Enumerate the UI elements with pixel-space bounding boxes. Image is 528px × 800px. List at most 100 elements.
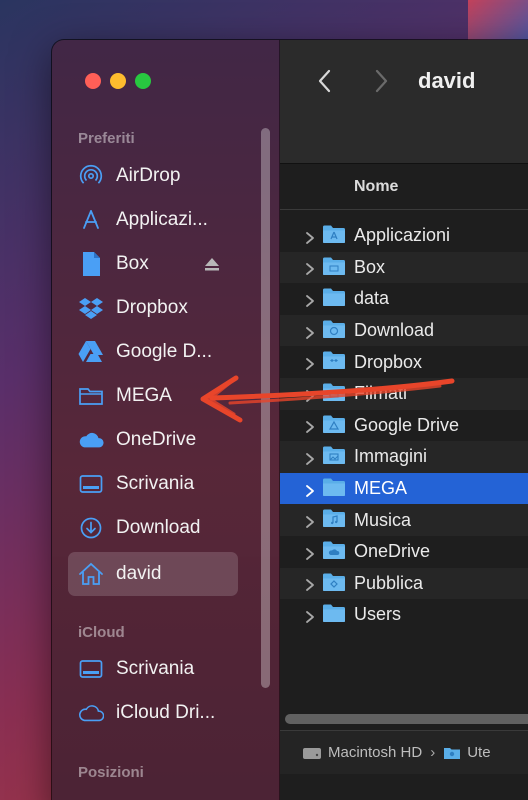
sidebar-item-dropbox[interactable]: Dropbox: [68, 286, 238, 330]
disclosure-chevron-icon[interactable]: [304, 260, 316, 276]
sidebar-item-airdrop[interactable]: AirDrop: [68, 154, 238, 198]
sidebar-item-label: AirDrop: [116, 165, 181, 186]
window-controls: [85, 73, 151, 89]
file-row-label: MEGA: [354, 478, 408, 499]
file-row-label: Download: [354, 320, 435, 341]
sidebar-item-label: MEGA: [116, 385, 172, 406]
download-icon: [78, 515, 104, 541]
path-separator: ›: [430, 744, 436, 761]
window-title: david: [418, 68, 476, 93]
finder-window: Preferiti AirDrop Applicazi... Box Dropb…: [52, 40, 528, 800]
sidebar-scrollbar[interactable]: [261, 128, 270, 688]
section-icloud: iCloud: [78, 624, 125, 641]
sidebar-item-applications[interactable]: Applicazi...: [68, 198, 238, 242]
file-row-label: Filmati: [354, 383, 407, 404]
desktop-icon: [78, 471, 104, 497]
file-row-label: OneDrive: [354, 541, 431, 562]
sidebar-item-desktop[interactable]: Scrivania: [68, 462, 238, 506]
sidebar: Preferiti AirDrop Applicazi... Box Dropb…: [52, 40, 280, 800]
user-folder-icon: [443, 746, 461, 760]
disclosure-chevron-icon[interactable]: [304, 482, 316, 497]
file-row-label: Users: [354, 604, 402, 625]
sidebar-item-home[interactable]: david: [68, 552, 238, 596]
box-folder-icon: [322, 256, 346, 276]
sidebar-item-label: Applicazi...: [116, 209, 208, 230]
column-name[interactable]: Nome: [354, 178, 398, 196]
sidebar-item-label: Download: [116, 517, 201, 538]
toolbar: david: [280, 40, 528, 164]
file-row[interactable]: MEGA: [280, 472, 528, 505]
path-item-users[interactable]: Ute: [467, 744, 490, 761]
horizontal-scrollbar[interactable]: [285, 714, 528, 724]
desktop-icon: [78, 656, 104, 682]
file-row[interactable]: Musica: [280, 504, 528, 536]
file-row-label: Immagini: [354, 446, 428, 467]
public-folder-icon: [322, 572, 346, 592]
file-row[interactable]: Box: [280, 251, 528, 284]
disclosure-chevron-icon[interactable]: [304, 608, 316, 623]
sidebar-item-box[interactable]: Box: [68, 242, 238, 286]
disclosure-chevron-icon[interactable]: [304, 292, 316, 307]
column-header[interactable]: Nome: [280, 166, 528, 210]
forward-button[interactable]: [368, 68, 392, 94]
file-row[interactable]: Dropbox: [280, 346, 528, 378]
disclosure-chevron-icon[interactable]: [304, 545, 316, 560]
cloud-icon: [78, 427, 104, 453]
file-row[interactable]: data: [280, 283, 528, 315]
disclosure-chevron-icon[interactable]: [304, 387, 316, 402]
folder-icon: [322, 287, 346, 307]
file-row-label: Google Drive: [354, 414, 460, 435]
movies-folder-icon: [322, 382, 346, 402]
file-row-label: Dropbox: [354, 351, 423, 372]
file-row[interactable]: Google Drive: [280, 410, 528, 442]
disclosure-chevron-icon[interactable]: [304, 229, 316, 244]
dropbox-icon: [78, 295, 104, 321]
zoom-button[interactable]: [135, 73, 151, 89]
airdrop-icon: [78, 163, 104, 189]
eject-icon[interactable]: [204, 256, 220, 272]
file-row[interactable]: OneDrive: [280, 536, 528, 568]
minimize-button[interactable]: [110, 73, 126, 89]
sidebar-item-mega[interactable]: MEGA: [68, 374, 238, 418]
applications-icon: [78, 207, 104, 233]
sidebar-item-label: Scrivania: [116, 658, 195, 679]
back-button[interactable]: [314, 68, 338, 94]
icloud-icon: [78, 700, 104, 726]
file-row[interactable]: Users: [280, 599, 528, 631]
file-row[interactable]: Applicazioni: [280, 220, 528, 252]
disclosure-chevron-icon[interactable]: [304, 324, 316, 339]
applications-folder-icon: [322, 224, 346, 244]
file-row[interactable]: Filmati: [280, 377, 528, 410]
google-drive-icon: [78, 339, 104, 365]
sidebar-item-icloud-desktop[interactable]: Scrivania: [68, 647, 238, 691]
sidebar-item-onedrive[interactable]: OneDrive: [68, 418, 238, 462]
sidebar-item-label: Dropbox: [116, 297, 188, 318]
file-row[interactable]: Immagini: [280, 441, 528, 473]
sidebar-item-google-drive[interactable]: Google D...: [68, 330, 238, 374]
section-locations: Posizioni: [78, 764, 144, 781]
sidebar-item-label: iCloud Dri...: [116, 702, 216, 723]
sidebar-item-label: Box: [116, 253, 149, 274]
folder-icon: [78, 383, 104, 409]
home-icon: [78, 561, 104, 587]
sidebar-item-label: Google D...: [116, 341, 213, 362]
disclosure-chevron-icon[interactable]: [304, 450, 316, 465]
disclosure-chevron-icon[interactable]: [304, 355, 316, 371]
hard-disk-icon: [302, 745, 322, 761]
dropbox-folder-icon: [322, 350, 346, 370]
disclosure-chevron-icon[interactable]: [304, 513, 316, 529]
document-icon: [78, 251, 104, 277]
disclosure-chevron-icon[interactable]: [304, 418, 316, 434]
file-row[interactable]: Pubblica: [280, 567, 528, 600]
file-row[interactable]: Download: [280, 314, 528, 347]
close-button[interactable]: [85, 73, 101, 89]
download-folder-icon: [322, 319, 346, 339]
path-item-disk[interactable]: Macintosh HD: [328, 744, 422, 761]
sidebar-item-icloud-drive[interactable]: iCloud Dri...: [68, 691, 238, 735]
folder-icon: [322, 477, 346, 497]
sidebar-item-download[interactable]: Download: [68, 506, 238, 550]
sidebar-item-label: Scrivania: [116, 473, 195, 494]
google-drive-folder-icon: [322, 414, 346, 434]
file-row-label: Box: [354, 256, 386, 277]
disclosure-chevron-icon[interactable]: [304, 576, 316, 592]
